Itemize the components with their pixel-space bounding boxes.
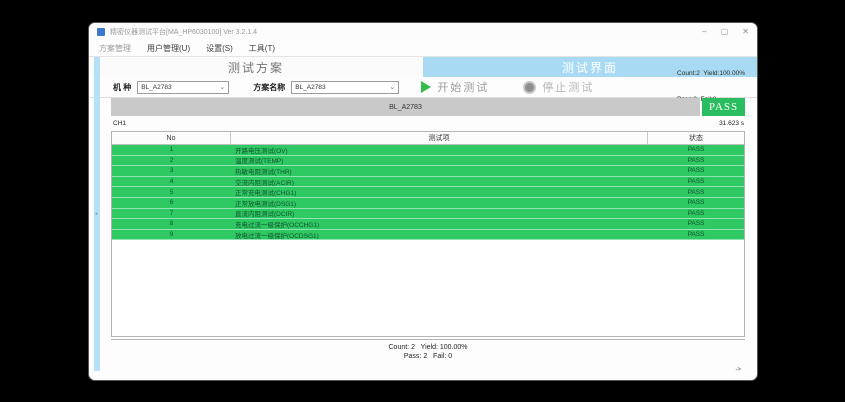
plan-name-label: 方案名称 (253, 82, 285, 93)
test-item-name: 温度测试(TEMP) (231, 156, 648, 166)
menu-item-user-management[interactable]: 用户管理(U) (147, 43, 190, 54)
summary-panel: Count: 2 Yield: 100.00% Pass: 2 Fail: 0 (111, 339, 745, 364)
table-row[interactable]: 5正常充电测试(CHG1)PASS (112, 187, 744, 198)
chevron-down-icon: ⌄ (219, 84, 225, 91)
left-splitter[interactable]: ▸ (94, 57, 100, 371)
row-number: 7 (112, 209, 231, 219)
menu-bar: 方案管理 用户管理(U) 设置(S) 工具(T) (89, 40, 757, 57)
row-number: 9 (112, 230, 231, 240)
progress-bar: -> -> (111, 365, 745, 374)
title-bar: 精密仪器测试平台[MA_HP6030100] Ver 3.2.1.4 – ▢ ✕ (89, 23, 757, 40)
close-button[interactable]: ✕ (742, 28, 749, 36)
summary-count-yield: Count: 2 Yield: 100.00% (389, 344, 468, 351)
stop-test-label: 停止测试 (542, 79, 594, 95)
row-status: PASS (648, 219, 744, 229)
elapsed-time: 31.623 s (719, 120, 744, 127)
plan-select[interactable]: BL_A2783 ⌄ (291, 81, 399, 94)
menu-item-plan-management[interactable]: 方案管理 (99, 43, 131, 54)
row-status: PASS (648, 166, 744, 176)
app-window: 精密仪器测试平台[MA_HP6030100] Ver 3.2.1.4 – ▢ ✕… (88, 22, 758, 381)
row-number: 4 (112, 177, 231, 187)
progress-right-marker: -> (735, 365, 741, 374)
window-controls: – ▢ ✕ (702, 28, 749, 36)
table-row[interactable]: 8充电过流一级保护(OCCHG1)PASS (112, 219, 744, 230)
row-status: PASS (648, 230, 744, 240)
table-row[interactable]: 9放电过流一级保护(OCDSG1)PASS (112, 230, 744, 241)
stop-icon (523, 81, 536, 94)
table-row[interactable]: 2温度测试(TEMP)PASS (112, 156, 744, 167)
row-status: PASS (648, 198, 744, 208)
test-item-name: 充电过流一级保护(OCCHG1) (231, 219, 648, 229)
toolbar: 机 种 BL_A2783 ⌄ 方案名称 BL_A2783 ⌄ 开始测试 停止测试… (89, 77, 757, 98)
window-title: 精密仪器测试平台[MA_HP6030100] Ver 3.2.1.4 (110, 27, 257, 37)
table-empty-area (112, 240, 744, 336)
toolbar-count-yield: Count:2 Yield:100.00% (677, 70, 745, 79)
table-row[interactable]: 6正常放电测试(DSG1)PASS (112, 198, 744, 209)
table-header: No 测试项 状态 (112, 132, 744, 145)
test-item-name: 正常充电测试(CHG1) (231, 187, 648, 197)
model-label: 机 种 (113, 82, 131, 93)
row-number: 5 (112, 187, 231, 197)
maximize-button[interactable]: ▢ (721, 28, 729, 36)
result-banner-row: BL_A2783 PASS (111, 98, 745, 116)
row-number: 1 (112, 145, 231, 155)
row-number: 8 (112, 219, 231, 229)
tab-test-plan[interactable]: 测试方案 (89, 57, 423, 77)
row-number: 3 (112, 166, 231, 176)
row-status: PASS (648, 177, 744, 187)
test-item-name: 直流内阻测试(DCIR) (231, 209, 648, 219)
stop-test-button[interactable]: 停止测试 (523, 79, 594, 95)
test-item-name: 放电过流一级保护(OCDSG1) (231, 230, 648, 240)
test-table: No 测试项 状态 1开路电压测试(OV)PASS2温度测试(TEMP)PASS… (111, 131, 745, 337)
summary-pass-fail: Pass: 2 Fail: 0 (404, 353, 452, 360)
test-item-name: 热敏电阻测试(THR) (231, 166, 648, 176)
menu-item-tools[interactable]: 工具(T) (249, 43, 275, 54)
test-item-name: 开路电压测试(OV) (231, 145, 648, 155)
start-test-button[interactable]: 开始测试 (421, 79, 489, 95)
minimize-button[interactable]: – (702, 28, 706, 36)
row-status: PASS (648, 187, 744, 197)
menu-item-settings[interactable]: 设置(S) (206, 43, 233, 54)
row-number: 2 (112, 156, 231, 166)
tab-bar: 测试方案 测试界面 (89, 57, 757, 77)
app-icon (97, 28, 105, 36)
channel-row: CH1 31.623 s (113, 116, 744, 131)
test-item-name: 交流内阻测试(ACIR) (231, 177, 648, 187)
header-test-item: 测试项 (231, 132, 648, 144)
row-status: PASS (648, 209, 744, 219)
table-row[interactable]: 1开路电压测试(OV)PASS (112, 145, 744, 156)
play-icon (421, 81, 431, 93)
device-banner: BL_A2783 (111, 98, 700, 116)
model-select[interactable]: BL_A2783 ⌄ (137, 81, 229, 94)
start-test-label: 开始测试 (437, 79, 489, 95)
row-status: PASS (648, 145, 744, 155)
plan-select-value: BL_A2783 (295, 84, 325, 91)
row-number: 6 (112, 198, 231, 208)
splitter-arrow-icon: ▸ (96, 212, 99, 217)
channel-label: CH1 (113, 120, 126, 127)
header-no: No (112, 132, 231, 144)
header-status: 状态 (648, 132, 744, 144)
test-item-name: 正常放电测试(DSG1) (231, 198, 648, 208)
chevron-down-icon: ⌄ (389, 84, 395, 91)
table-row[interactable]: 4交流内阻测试(ACIR)PASS (112, 177, 744, 188)
table-row[interactable]: 7直流内阻测试(DCIR)PASS (112, 209, 744, 220)
table-body: 1开路电压测试(OV)PASS2温度测试(TEMP)PASS3热敏电阻测试(TH… (112, 145, 744, 240)
table-row[interactable]: 3热敏电阻测试(THR)PASS (112, 166, 744, 177)
model-select-value: BL_A2783 (141, 84, 171, 91)
result-badge: PASS (702, 98, 745, 116)
row-status: PASS (648, 156, 744, 166)
